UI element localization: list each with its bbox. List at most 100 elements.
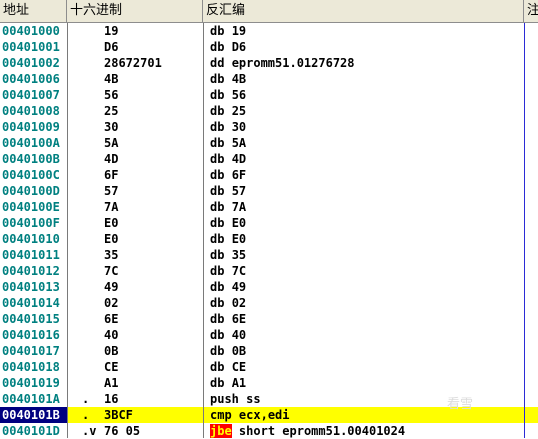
row-address[interactable]: 00401017 [2,343,60,359]
row-disassembly[interactable]: db 56 [210,87,246,103]
row-address[interactable]: 00401015 [2,311,60,327]
row-address[interactable]: 00401012 [2,263,60,279]
row-hex[interactable]: D6 [104,39,118,55]
code-row[interactable]: 0040100E 7A db 7A [0,199,538,215]
code-row[interactable]: 0040100F E0 db E0 [0,215,538,231]
header-comment[interactable]: 注 [524,0,538,22]
row-disassembly[interactable]: db E0 [210,231,246,247]
disassembly-listing[interactable]: 00401000 19 db 19 00401001 D6 db D6 00401002 28… [0,23,538,438]
row-disassembly[interactable]: db CE [210,359,246,375]
code-row[interactable]: 00401018 CE db CE [0,359,538,375]
row-address[interactable]: 0040101B [2,407,60,423]
row-address[interactable]: 0040101A [2,391,60,407]
row-disassembly[interactable]: push ss [210,391,261,407]
row-address[interactable]: 0040100E [2,199,60,215]
row-hex[interactable]: 16 [104,391,118,407]
code-row[interactable]: 00401013 49 db 49 [0,279,538,295]
row-address[interactable]: 00401010 [2,231,60,247]
code-row[interactable]: 0040101D .v 76 05 jbe short epromm51.004010… [0,423,538,439]
row-disassembly[interactable]: db D6 [210,39,246,55]
row-hex[interactable]: 56 [104,87,118,103]
row-address[interactable]: 0040100C [2,167,60,183]
row-hex[interactable]: 76 05 [104,423,140,439]
row-address[interactable]: 00401019 [2,375,60,391]
row-address[interactable]: 00401006 [2,71,60,87]
row-address[interactable]: 00401001 [2,39,60,55]
row-hex[interactable]: 19 [104,23,118,39]
row-hex[interactable]: 0B [104,343,118,359]
code-row[interactable]: 00401006 4B db 4B [0,71,538,87]
code-row[interactable]: 00401000 19 db 19 [0,23,538,39]
row-disassembly[interactable]: cmp ecx,edi [210,407,290,423]
row-hex[interactable]: 5A [104,135,118,151]
row-hex[interactable]: 6F [104,167,118,183]
row-hex[interactable]: 6E [104,311,118,327]
row-disassembly[interactable]: db 35 [210,247,246,263]
row-address[interactable]: 00401000 [2,23,60,39]
row-address[interactable]: 00401002 [2,55,60,71]
header-address[interactable]: 地址 [0,0,67,22]
row-address[interactable]: 0040101D [2,423,60,439]
row-hex[interactable]: E0 [104,231,118,247]
row-disassembly[interactable]: db 5A [210,135,246,151]
row-address[interactable]: 00401014 [2,295,60,311]
row-disassembly[interactable]: db 49 [210,279,246,295]
row-address[interactable]: 0040100D [2,183,60,199]
row-disassembly[interactable]: db 40 [210,327,246,343]
code-row[interactable]: 0040100A 5A db 5A [0,135,538,151]
code-row[interactable]: 00401002 28672701 dd epromm51.01276728 [0,55,538,71]
row-hex[interactable]: 49 [104,279,118,295]
code-row[interactable]: 00401017 0B db 0B [0,343,538,359]
row-hex[interactable]: CE [104,359,118,375]
header-hex[interactable]: 十六进制 [67,0,203,22]
code-row[interactable]: 00401016 40 db 40 [0,327,538,343]
row-disassembly[interactable]: db 4D [210,151,246,167]
row-address[interactable]: 00401007 [2,87,60,103]
row-address[interactable]: 00401016 [2,327,60,343]
code-row[interactable]: 00401012 7C db 7C [0,263,538,279]
code-row[interactable]: 0040100C 6F db 6F [0,167,538,183]
code-row[interactable]: 00401011 35 db 35 [0,247,538,263]
code-row[interactable]: 0040100B 4D db 4D [0,151,538,167]
row-hex[interactable]: 28672701 [104,55,162,71]
row-hex[interactable]: 57 [104,183,118,199]
row-hex[interactable]: E0 [104,215,118,231]
code-row[interactable]: 00401009 30 db 30 [0,119,538,135]
row-disassembly[interactable]: db 7C [210,263,246,279]
code-row[interactable]: 00401008 25 db 25 [0,103,538,119]
row-disassembly[interactable]: jbe short epromm51.00401024 [210,423,405,439]
row-disassembly[interactable]: db 6F [210,167,246,183]
row-disassembly[interactable]: db A1 [210,375,246,391]
row-hex[interactable]: 3BCF [104,407,133,423]
row-hex[interactable]: 4D [104,151,118,167]
row-hex[interactable]: 35 [104,247,118,263]
row-hex[interactable]: 7A [104,199,118,215]
row-disassembly[interactable]: db 02 [210,295,246,311]
row-address[interactable]: 0040100B [2,151,60,167]
row-address[interactable]: 00401013 [2,279,60,295]
row-hex[interactable]: 4B [104,71,118,87]
row-disassembly[interactable]: db 30 [210,119,246,135]
row-address[interactable]: 0040100F [2,215,60,231]
row-hex[interactable]: 40 [104,327,118,343]
code-row[interactable]: 00401001 D6 db D6 [0,39,538,55]
code-row[interactable]: 00401014 02 db 02 [0,295,538,311]
row-disassembly[interactable]: db E0 [210,215,246,231]
row-address[interactable]: 00401011 [2,247,60,263]
row-hex[interactable]: 30 [104,119,118,135]
row-hex[interactable]: 25 [104,103,118,119]
row-disassembly[interactable]: db 4B [210,71,246,87]
row-address[interactable]: 00401018 [2,359,60,375]
code-row[interactable]: 00401010 E0 db E0 [0,231,538,247]
row-disassembly[interactable]: db 0B [210,343,246,359]
row-disassembly[interactable]: db 57 [210,183,246,199]
row-disassembly[interactable]: db 7A [210,199,246,215]
row-disassembly[interactable]: db 25 [210,103,246,119]
code-row[interactable]: 0040100D 57 db 57 [0,183,538,199]
code-row[interactable]: 00401007 56 db 56 [0,87,538,103]
row-address[interactable]: 0040100A [2,135,60,151]
row-disassembly[interactable]: db 19 [210,23,246,39]
row-address[interactable]: 00401009 [2,119,60,135]
row-hex[interactable]: A1 [104,375,118,391]
code-row[interactable]: 00401019 A1 db A1 [0,375,538,391]
